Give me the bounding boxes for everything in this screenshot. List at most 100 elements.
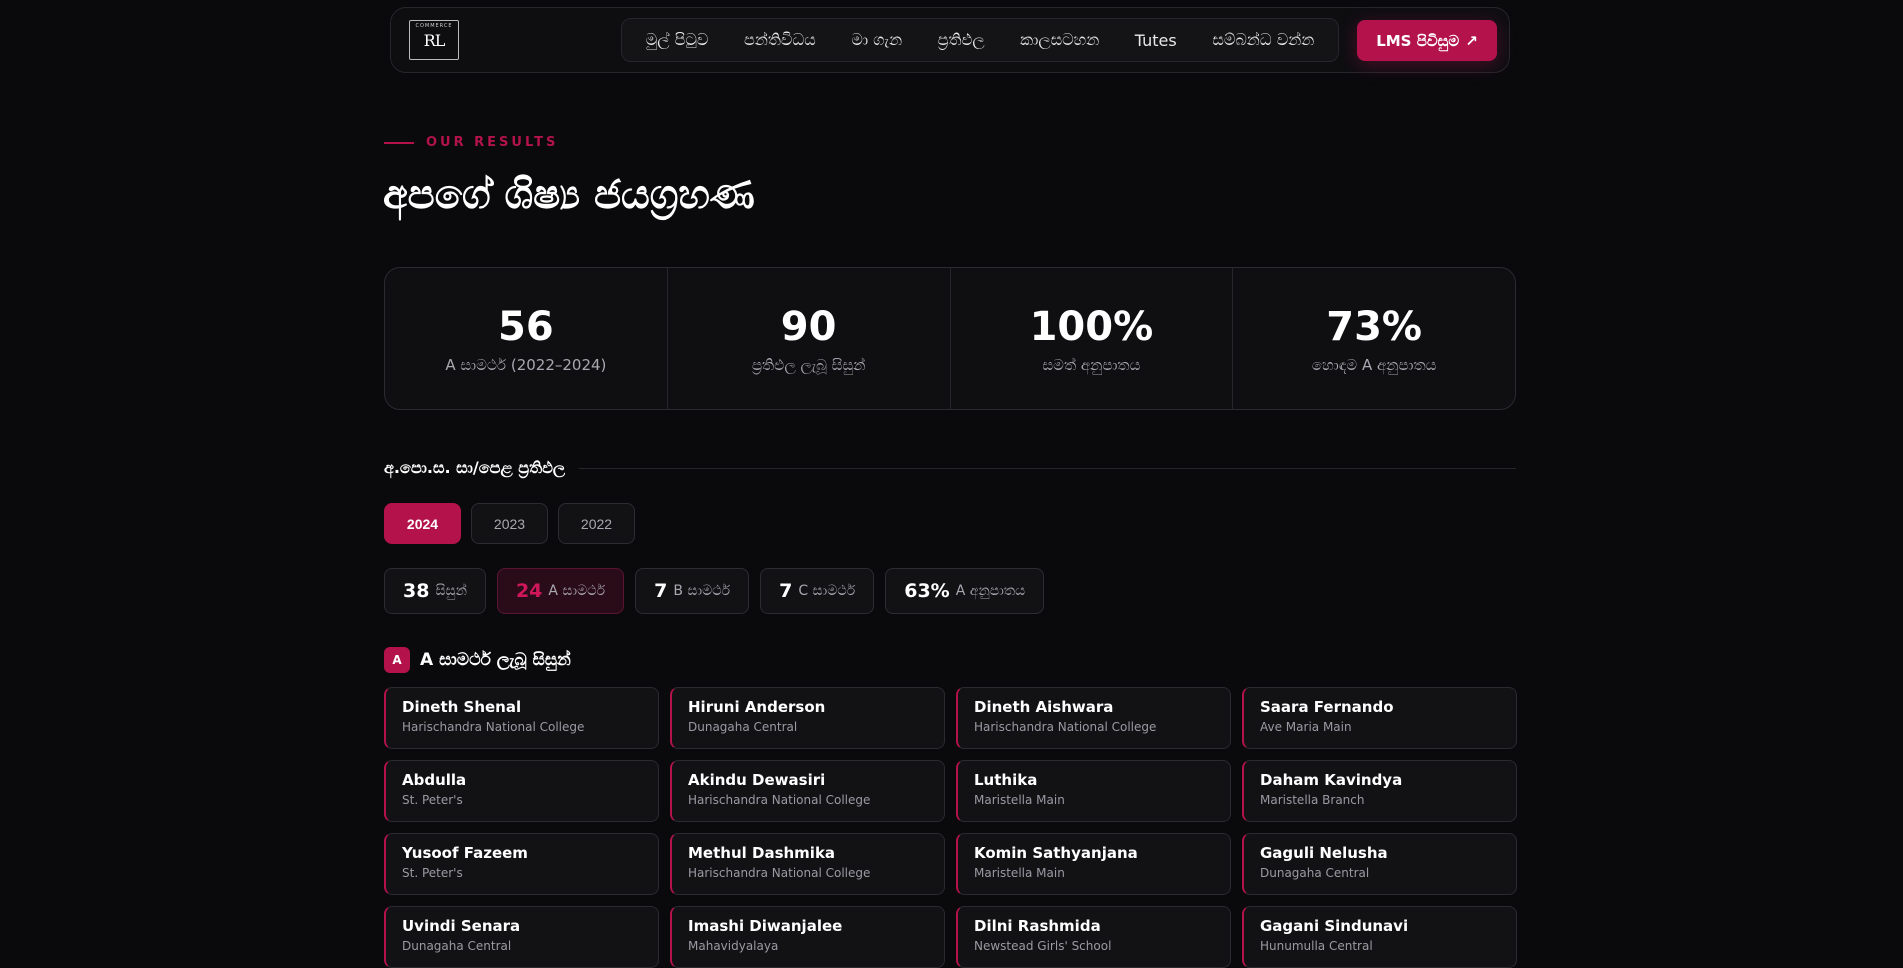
student-name: Dineth Aishwara (974, 698, 1114, 716)
summary-students: 38 සිසුන් (384, 568, 486, 614)
student-name: Methul Dashmika (688, 844, 836, 862)
student-school: Dunagaha Central (1260, 866, 1370, 880)
student-card: Dineth Aishwara Harischandra National Col… (956, 687, 1231, 749)
student-name: Dineth Shenal (402, 698, 522, 716)
external-link-icon: ↗ (1465, 31, 1478, 50)
student-card: Uvindi Senara Dunagaha Central (384, 906, 659, 968)
tab-year-2024[interactable]: 2024 (384, 503, 461, 544)
main-menu: මුල් පිටුව පන්තිවිධය මා ගැන ප්‍රතිඵල කාල… (621, 18, 1339, 62)
student-school: Maristella Main (974, 866, 1065, 880)
stat-students: 90 ප්‍රතිඵල ලැබූ සිසුන් (668, 268, 951, 409)
student-school: Ave Maria Main (1260, 720, 1352, 734)
stat-pass-rate: 100% සමත් අනුපාතය (951, 268, 1234, 409)
page-title: අපගේ ශිෂ්‍ය ජයග්‍රහණ (383, 172, 755, 218)
year-summary: 38 සිසුන් 24 A සාමර්ථ 7 B සාමර්ථ 7 C සාම… (384, 568, 1045, 614)
student-card: Methul Dashmika Harischandra National Col… (670, 833, 945, 895)
exam-section-heading: අ.පො.ස. සා/පෙළ ප්‍රතිඵල (384, 458, 1516, 478)
year-tabs: 2024 2023 2022 (384, 503, 635, 544)
stat-label: A සාමර්ථ (2022–2024) (445, 355, 607, 374)
lms-login-button[interactable]: LMS පිවිසුම ↗ (1357, 20, 1497, 61)
student-name: Gagani Sindunavi (1260, 917, 1409, 935)
student-school: Dunagaha Central (688, 720, 798, 734)
stat-value: 90 (780, 303, 837, 350)
student-school: Mahavidyalaya (688, 939, 779, 953)
summary-b-passes: 7 B සාමර්ථ (635, 568, 750, 614)
nav-item-results[interactable]: ප්‍රතිඵල (938, 30, 985, 50)
student-name: Uvindi Senara (402, 917, 521, 935)
student-school: Harischandra National College (688, 866, 871, 880)
summary-label: C සාමර්ථ (798, 583, 856, 599)
student-name: Abdulla (402, 771, 467, 789)
student-card: Gaguli Nelusha Dunagaha Central (1242, 833, 1517, 895)
student-name: Saara Fernando (1260, 698, 1394, 716)
stat-label: ප්‍රතිඵල ලැබූ සිසුන් (751, 355, 866, 374)
student-card: Dineth Shenal Harischandra National Colle… (384, 687, 659, 749)
student-card: Gagani Sindunavi Hunumulla Central (1242, 906, 1517, 968)
nav-item-timetable[interactable]: කාලසටහන (1020, 30, 1099, 50)
divider (579, 467, 1516, 469)
stat-label: හොඳම A අනුපාතය (1311, 355, 1437, 374)
student-card: Yusoof Fazeem St. Peter's (384, 833, 659, 895)
student-name: Hiruni Anderson (688, 698, 826, 716)
summary-value: 38 (403, 580, 430, 602)
summary-label: B සාමර්ථ (673, 583, 731, 599)
student-school: Dunagaha Central (402, 939, 512, 953)
summary-label: A සාමර්ථ (548, 583, 606, 599)
student-card: Akindu Dewasiri Harischandra National Col… (670, 760, 945, 822)
eyebrow-line (384, 141, 414, 144)
section-eyebrow: OUR RESULTS (384, 135, 558, 150)
student-name: Luthika (974, 771, 1038, 789)
summary-c-passes: 7 C සාමර්ථ (760, 568, 875, 614)
grade-a-heading: A A සාමර්ථ ලැබූ සිසුන් (384, 647, 571, 673)
student-name: Imashi Diwanjalee (688, 917, 843, 935)
student-school: Maristella Branch (1260, 793, 1365, 807)
summary-label: සිසුන් (435, 583, 467, 599)
student-grid: Dineth Shenal Harischandra National Colle… (384, 687, 1517, 968)
summary-a-passes: 24 A සාමර්ථ (496, 568, 625, 614)
summary-label: A අනුපාතය (955, 583, 1026, 599)
student-school: Harischandra National College (688, 793, 871, 807)
student-name: Daham Kavindya (1260, 771, 1403, 789)
student-school: Harischandra National College (402, 720, 585, 734)
nav-item-home[interactable]: මුල් පිටුව (646, 30, 709, 50)
student-school: Newstead Girls' School (974, 939, 1112, 953)
student-card: Komin Sathyanjana Maristella Main (956, 833, 1231, 895)
summary-a-rate: 63% A අනුපාතය (885, 568, 1045, 614)
nav-item-tutes[interactable]: Tutes (1135, 31, 1177, 50)
exam-section-title: අ.පො.ස. සා/පෙළ ප්‍රතිඵල (384, 458, 566, 477)
nav-item-about[interactable]: මා ගැන (851, 30, 902, 50)
logo-monogram: RL (423, 31, 446, 50)
brand-logo[interactable]: COMMERCE RL (409, 20, 459, 60)
student-card: Saara Fernando Ave Maria Main (1242, 687, 1517, 749)
stat-a-passes: 56 A සාමර්ථ (2022–2024) (385, 268, 668, 409)
top-navigation: COMMERCE RL මුල් පිටුව පන්තිවිධය මා ගැන … (390, 7, 1510, 73)
stats-panel: 56 A සාමර්ථ (2022–2024) 90 ප්‍රතිඵල ලැබූ… (384, 267, 1516, 410)
summary-value: 63% (904, 580, 950, 602)
student-name: Gaguli Nelusha (1260, 844, 1388, 862)
student-name: Dilni Rashmida (974, 917, 1101, 935)
student-card: Dilni Rashmida Newstead Girls' School (956, 906, 1231, 968)
student-name: Yusoof Fazeem (402, 844, 528, 862)
student-school: St. Peter's (402, 793, 463, 807)
stat-label: සමත් අනුපාතය (1042, 355, 1141, 374)
student-card: Luthika Maristella Main (956, 760, 1231, 822)
student-school: St. Peter's (402, 866, 463, 880)
nav-item-classes[interactable]: පන්තිවිධය (744, 30, 816, 50)
student-card: Abdulla St. Peter's (384, 760, 659, 822)
tab-year-2022[interactable]: 2022 (558, 503, 635, 544)
logo-caption: COMMERCE (415, 23, 453, 29)
student-card: Daham Kavindya Maristella Branch (1242, 760, 1517, 822)
summary-value: 7 (654, 580, 668, 602)
stat-value: 73% (1326, 303, 1422, 350)
student-name: Komin Sathyanjana (974, 844, 1138, 862)
student-school: Hunumulla Central (1260, 939, 1373, 953)
summary-value: 7 (779, 580, 793, 602)
eyebrow-text: OUR RESULTS (426, 135, 559, 150)
stat-value: 56 (498, 303, 554, 350)
tab-year-2023[interactable]: 2023 (471, 503, 548, 544)
student-name: Akindu Dewasiri (688, 771, 826, 789)
lms-login-label: LMS පිවිසුම (1376, 31, 1460, 50)
nav-item-contact[interactable]: සම්බන්ධ වන්න (1212, 30, 1314, 50)
stat-best-a-rate: 73% හොඳම A අනුපාතය (1233, 268, 1515, 409)
student-school: Harischandra National College (974, 720, 1157, 734)
